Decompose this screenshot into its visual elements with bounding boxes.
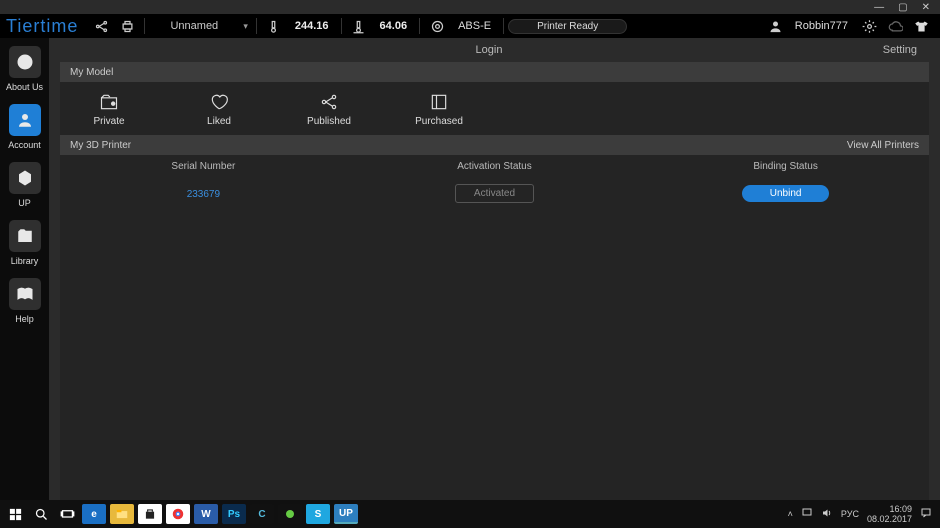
model-published-label: Published [307, 116, 351, 127]
nav-about-label: About Us [6, 82, 43, 92]
printer-table-row: 233679 Activated Unbind [60, 178, 929, 209]
my-model-row: Private Liked Published Purchased [60, 82, 929, 135]
tray-time: 16:09 [867, 504, 912, 514]
col-binding: Binding Status [642, 161, 929, 172]
tray-date: 08.02.2017 [867, 514, 912, 524]
tray-chevron-icon[interactable]: ˄ [788, 509, 793, 519]
printer-name[interactable]: Unnamed [149, 20, 239, 32]
col-activation: Activation Status [347, 161, 642, 172]
my-printer-header: My 3D Printer View All Printers [60, 135, 929, 155]
separator [341, 18, 342, 34]
window-close[interactable]: ✕ [922, 2, 930, 12]
bed-temp-icon [348, 15, 370, 37]
gear-icon[interactable] [858, 15, 880, 37]
setting-link[interactable]: Setting [883, 44, 917, 56]
view-all-printers-link[interactable]: View All Printers [847, 140, 919, 151]
start-button[interactable] [2, 501, 28, 527]
login-link[interactable]: Login [476, 44, 503, 56]
taskview-icon[interactable] [54, 501, 80, 527]
user-name[interactable]: Robbin777 [795, 20, 848, 32]
separator [144, 18, 145, 34]
system-tray: ˄ РУС 16:09 08.02.2017 [788, 504, 938, 524]
nav-up[interactable]: UP [0, 162, 49, 208]
taskbar-up-active[interactable]: UP [334, 504, 358, 524]
nozzle-temp-value: 244.16 [295, 20, 329, 32]
tray-volume-icon[interactable] [821, 507, 833, 521]
sub-header: Login Setting [49, 38, 929, 62]
cloud-icon[interactable] [884, 15, 906, 37]
serial-link[interactable]: 233679 [187, 189, 220, 200]
printer-status: Printer Ready [508, 19, 627, 34]
connect-icon[interactable] [90, 15, 112, 37]
nav-help[interactable]: Help [0, 278, 49, 324]
search-icon[interactable] [28, 501, 54, 527]
main-panel: My Model Private Liked Published Purchas… [60, 62, 929, 500]
taskbar-edge[interactable]: e [82, 504, 106, 524]
window-maximize[interactable]: ▢ [898, 2, 907, 12]
model-published[interactable]: Published [294, 92, 364, 127]
model-purchased[interactable]: Purchased [404, 92, 474, 127]
print-icon[interactable] [116, 15, 138, 37]
nav-about[interactable]: About Us [0, 46, 49, 92]
model-liked[interactable]: Liked [184, 92, 254, 127]
tray-lang[interactable]: РУС [841, 509, 859, 519]
taskbar-word[interactable]: W [194, 504, 218, 524]
model-private[interactable]: Private [74, 92, 144, 127]
tray-clock[interactable]: 16:09 08.02.2017 [867, 504, 912, 524]
user-icon[interactable] [765, 15, 787, 37]
col-serial: Serial Number [60, 161, 347, 172]
chevron-down-icon[interactable]: ▾ [243, 21, 248, 32]
nav-library[interactable]: Library [0, 220, 49, 266]
nav-up-label: UP [18, 198, 31, 208]
model-purchased-label: Purchased [415, 116, 463, 127]
taskbar-store[interactable] [138, 504, 162, 524]
material-label: ABS-E [458, 20, 491, 32]
taskbar-explorer[interactable] [110, 504, 134, 524]
model-liked-label: Liked [207, 116, 231, 127]
nav-account[interactable]: Account [0, 104, 49, 150]
printer-table-head: Serial Number Activation Status Binding … [60, 155, 929, 178]
taskbar-cura[interactable]: C [250, 504, 274, 524]
brand-logo: Tiertime [6, 16, 78, 37]
taskbar-ps[interactable]: Ps [222, 504, 246, 524]
my-model-title: My Model [70, 67, 113, 78]
tshirt-icon[interactable] [910, 15, 932, 37]
material-icon[interactable] [426, 15, 448, 37]
separator [419, 18, 420, 34]
taskbar-skype[interactable]: S [306, 504, 330, 524]
model-private-label: Private [93, 116, 124, 127]
tray-network-icon[interactable] [801, 507, 813, 521]
taskbar-app-green[interactable] [278, 504, 302, 524]
activated-button[interactable]: Activated [455, 184, 534, 203]
top-toolbar: Tiertime Unnamed ▾ 244.16 64.06 ABS-E Pr… [0, 14, 940, 38]
taskbar-chrome[interactable] [166, 504, 190, 524]
separator [256, 18, 257, 34]
my-printer-title: My 3D Printer [70, 140, 131, 151]
bed-temp-value: 64.06 [380, 20, 408, 32]
nozzle-temp-icon [263, 15, 285, 37]
window-minimize[interactable]: — [874, 2, 884, 12]
left-nav: About Us Account UP Library Help [0, 38, 49, 500]
tray-action-center-icon[interactable] [920, 507, 932, 521]
nav-library-label: Library [11, 256, 39, 266]
my-model-header: My Model [60, 62, 929, 82]
windows-taskbar: e W Ps C S UP ˄ РУС 16:09 08.02.2017 [0, 500, 940, 528]
unbind-button[interactable]: Unbind [742, 185, 830, 202]
nav-account-label: Account [8, 140, 41, 150]
nav-help-label: Help [15, 314, 34, 324]
separator [503, 18, 504, 34]
